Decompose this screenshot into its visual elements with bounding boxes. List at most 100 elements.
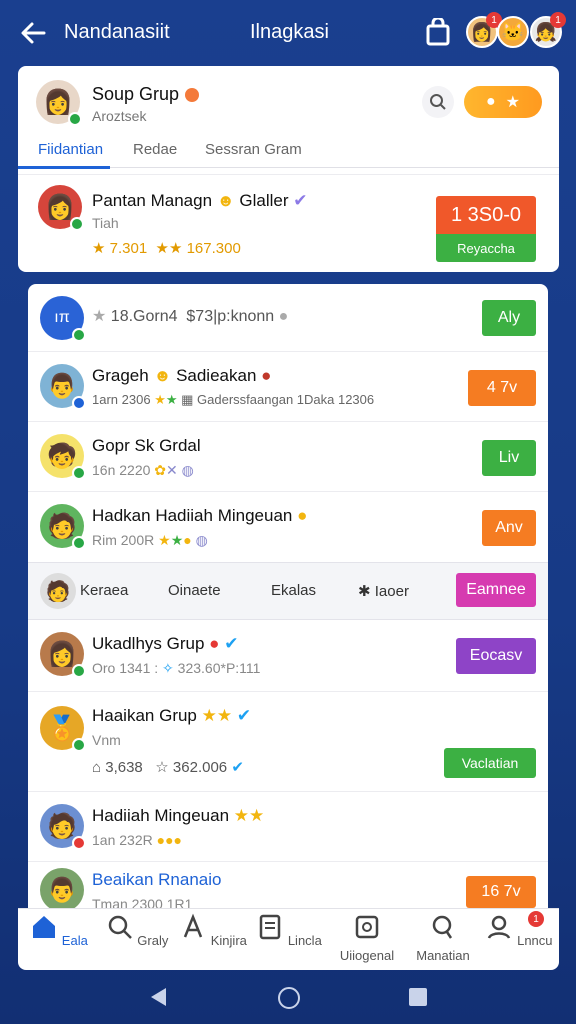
- online-indicator: [72, 328, 86, 342]
- score-box[interactable]: 1 3S0-0 Reyaccha: [436, 196, 536, 262]
- badge-icon: ◍: [195, 532, 208, 548]
- list-item[interactable]: 🧒 Gopr Sk Grdal 16n 2220 ✿✕ ◍ Liv: [28, 422, 548, 492]
- level-button[interactable]: Liv: [482, 440, 536, 476]
- nav-tools[interactable]: Kinjira: [178, 913, 248, 948]
- search-icon: [432, 915, 453, 939]
- star-icon: ★: [505, 94, 520, 111]
- level-button[interactable]: Anv: [482, 510, 536, 546]
- member-date: 1arn 2306: [92, 392, 151, 407]
- home-icon: [33, 916, 56, 938]
- smile-icon: ☻: [216, 191, 235, 210]
- group-avatar[interactable]: 👩: [36, 80, 82, 126]
- system-navigation-bar: [0, 970, 576, 1024]
- featured-member-row[interactable]: 👩 Pantan Managn ☻ Glaller ✔ Tiah ★ 7.301…: [18, 174, 559, 272]
- coin-icon: ●: [485, 93, 496, 110]
- nav-label: Graly: [137, 933, 169, 948]
- member-name: Hadiiah Mingeuan ★★: [92, 806, 264, 826]
- member-name: Pantan Managn ☻ Glaller ✔: [92, 191, 308, 211]
- frame-icon: [355, 915, 379, 939]
- nav-home[interactable]: Eala: [24, 913, 94, 948]
- level-button[interactable]: 4 7v: [468, 370, 536, 406]
- member-stats: ⌂ 3,638 ☆ 362.006 ✔: [92, 758, 244, 776]
- star-icon: ★★: [233, 806, 265, 825]
- filter-item[interactable]: Keraea: [80, 582, 128, 599]
- member-name: Hadkan Hadiiah Mingeuan ●: [92, 506, 307, 526]
- filter-item[interactable]: Oinaete: [168, 582, 221, 599]
- info-icon: ●: [278, 308, 289, 325]
- member-name-suffix: Sadieakan: [176, 366, 257, 385]
- reward-button[interactable]: ● ★: [464, 86, 542, 118]
- nav-label: Eala: [61, 933, 88, 948]
- nav-manage[interactable]: Manatian: [408, 913, 478, 963]
- nav-profile[interactable]: 1 Lnncu: [484, 911, 554, 948]
- member-avatar: 👩: [40, 632, 86, 678]
- group-title-text: Soup Grup: [92, 84, 180, 104]
- star-icon: ★: [154, 392, 166, 407]
- tab-second[interactable]: Redae: [133, 141, 177, 158]
- list-header-info: ★ 18.Gorn4 $73|p:knonn ●: [92, 306, 288, 326]
- list-item[interactable]: 🧑 Hadiiah Mingeuan ★★ 1an 232R ●●●: [28, 792, 548, 862]
- ball-icon: ●: [261, 366, 272, 385]
- member-name: Ukadlhys Grup ● ✔: [92, 634, 238, 654]
- nav-label: Uiiogenal: [339, 948, 395, 963]
- online-indicator: [72, 738, 86, 752]
- grid-icon: ▦: [181, 392, 194, 407]
- member-avatar: 🧑: [40, 504, 86, 550]
- home-circle-icon[interactable]: [277, 986, 301, 1010]
- star-icon: ☆: [155, 759, 169, 776]
- notification-badge: 1: [528, 911, 544, 927]
- list-header-row: ıπ ★ 18.Gorn4 $73|p:knonn ● Aly: [28, 284, 548, 352]
- user-avatar[interactable]: 👩 1: [466, 12, 502, 48]
- member-name-text: Grageh: [92, 366, 149, 385]
- ball-icon: ●: [209, 634, 220, 653]
- rating-value: 18.Gorn4: [110, 308, 178, 325]
- screen-title: Ilnagkasi: [250, 21, 329, 43]
- tab-first[interactable]: Fiidantian: [38, 141, 103, 158]
- score-label: Reyaccha: [436, 234, 536, 262]
- nav-list[interactable]: Lincla: [254, 913, 324, 948]
- top-app-bar: Nandanasiit Ilnagkasi 👩 1 🐱 👧 1: [0, 0, 576, 66]
- filter-item[interactable]: ✱ Iaoer: [358, 582, 409, 600]
- badge-icon: ✕: [166, 462, 178, 478]
- nav-general[interactable]: Uiiogenal: [332, 913, 402, 963]
- badge-icon: ●: [183, 532, 192, 548]
- member-avatar: 🧒: [40, 434, 86, 480]
- nav-label: Manatian: [416, 948, 470, 963]
- member-date: Oro 1341: [92, 660, 151, 676]
- gear-icon: ✱: [358, 583, 371, 600]
- search-button[interactable]: [422, 86, 454, 118]
- stat-value: 362.006: [172, 759, 228, 776]
- level-button[interactable]: Eocasv: [456, 638, 536, 674]
- member-date: Rim 200R: [92, 532, 155, 548]
- shopping-bag-icon[interactable]: [425, 18, 451, 46]
- level-button[interactable]: 16 7v: [466, 876, 536, 908]
- member-detail: Gaderssfaangan 1Daka 12306: [197, 392, 375, 407]
- tab-third[interactable]: Sessran Gram: [205, 141, 302, 158]
- back-arrow-icon[interactable]: [18, 18, 48, 48]
- badge-icon: ✧: [162, 660, 174, 676]
- list-item[interactable]: 🏅 Haaikan Grup ★★ ✔ Vnm ⌂ 3,638 ☆ 362.00…: [28, 692, 548, 792]
- action-button[interactable]: Vaclatian: [444, 748, 536, 778]
- star-icon: ★: [158, 532, 171, 548]
- ball-icon: ●: [297, 506, 308, 525]
- member-subtitle: 1an 232R ●●●: [92, 832, 182, 848]
- back-triangle-icon[interactable]: [148, 986, 168, 1008]
- recents-square-icon[interactable]: [408, 987, 428, 1007]
- list-item[interactable]: 👨 Grageh ☻ Sadieakan ● 1arn 2306 ★★ ▦ Ga…: [28, 352, 548, 422]
- search-icon: [430, 94, 446, 110]
- online-indicator: [72, 664, 86, 678]
- nav-search[interactable]: Graly: [102, 913, 172, 948]
- filter-item[interactable]: Ekalas: [271, 582, 316, 599]
- group-header-card: 👩 Soup Grup Aroztsek ● ★ Fiidantian Redae…: [18, 66, 559, 272]
- apply-button[interactable]: Aly: [482, 300, 536, 336]
- member-avatar: 🧑: [40, 804, 86, 850]
- member-subtitle: Tiah: [92, 215, 119, 231]
- nav-label: Kinjira: [210, 933, 247, 948]
- list-item[interactable]: 🧑 Hadkan Hadiiah Mingeuan ● Rim 200R ★★●…: [28, 492, 548, 562]
- member-date: 1an 232R: [92, 832, 153, 848]
- app-title: Nandanasiit: [64, 21, 170, 43]
- user-avatar[interactable]: 👧 1: [530, 12, 566, 48]
- strip-action-button[interactable]: Eamnee: [456, 573, 536, 607]
- user-avatar[interactable]: 🐱: [497, 16, 529, 48]
- list-item[interactable]: 👩 Ukadlhys Grup ● ✔ Oro 1341 : ✧ 323.60*…: [28, 620, 548, 692]
